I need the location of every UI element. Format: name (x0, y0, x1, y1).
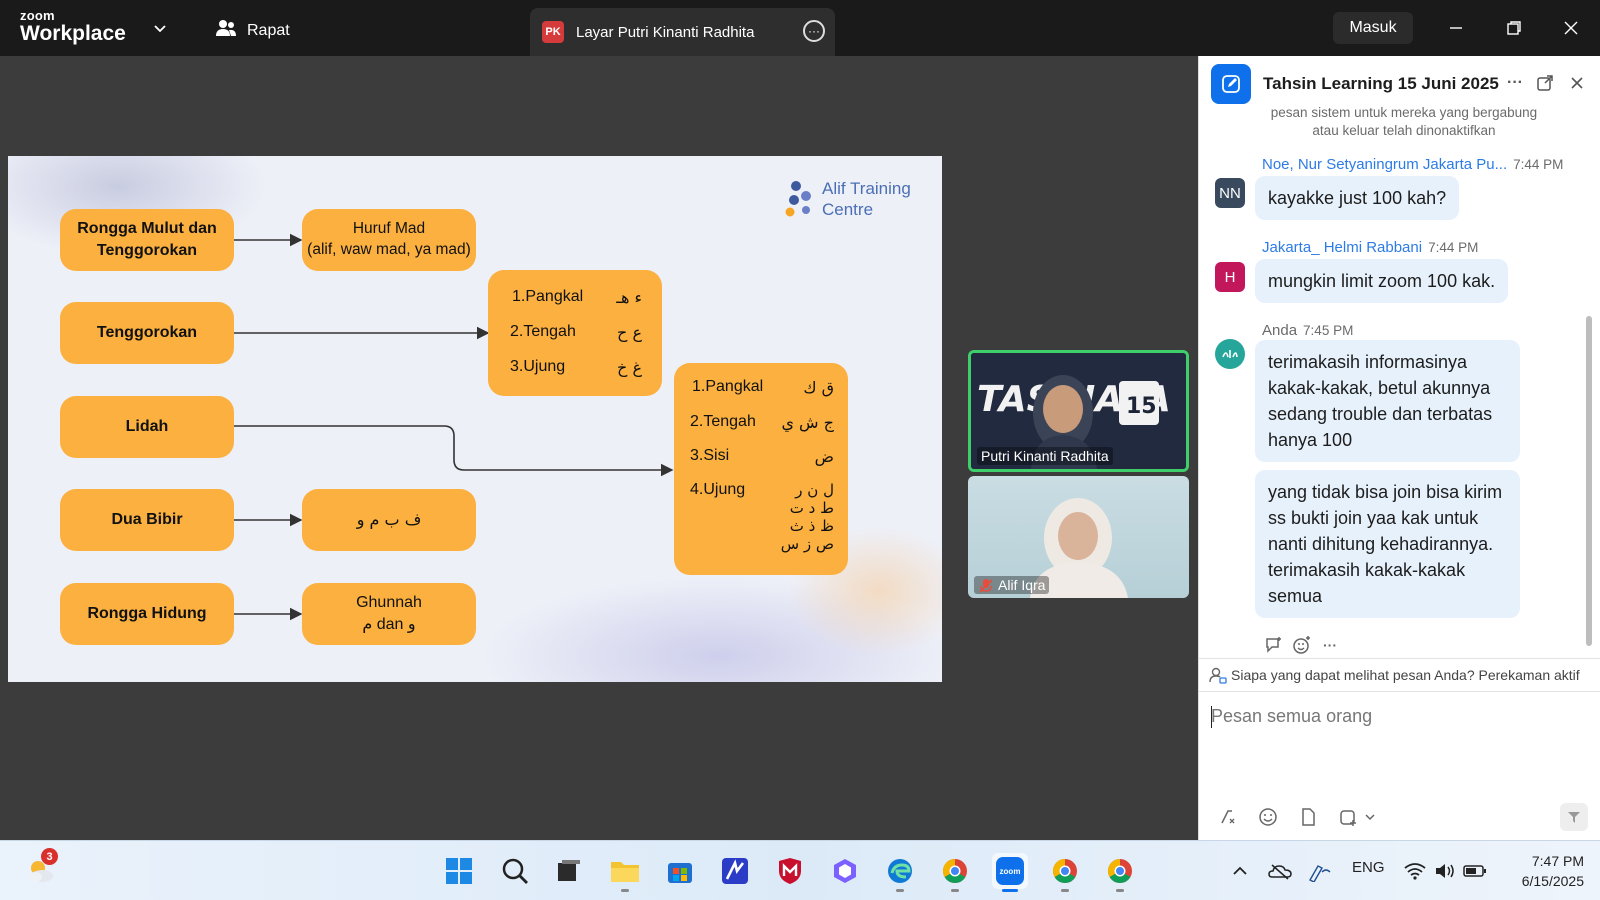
message-sender: Jakarta_ Helmi Rabbani 7:44 PM (1262, 239, 1479, 256)
video-tile-alif-iqra[interactable]: Alif Iqra (968, 476, 1189, 598)
minimize-icon[interactable] (1444, 16, 1468, 40)
chrome-profile-icon[interactable] (1047, 853, 1083, 892)
avatar[interactable]: H (1215, 262, 1245, 292)
box-rongga-hidung: Rongga Hidung (60, 583, 234, 645)
chat-scrollbar[interactable] (1586, 316, 1592, 646)
user-privacy-icon (1209, 667, 1227, 684)
send-button[interactable] (1560, 803, 1588, 831)
privacy-notice[interactable]: Siapa yang dapat melihat pesan Anda? Per… (1199, 658, 1600, 692)
restore-icon[interactable] (1502, 16, 1526, 40)
battery-icon[interactable] (1457, 853, 1493, 889)
app-a-icon[interactable] (717, 853, 753, 889)
chat-message: terimakasih informasinya kakak-kakak, be… (1255, 340, 1520, 462)
chat-title: Tahsin Learning 15 Juni 2025 (1263, 74, 1499, 93)
pen-input-icon[interactable] (1302, 853, 1338, 889)
more-actions-icon[interactable]: ··· (1319, 634, 1341, 656)
box-dua-bibir: Dua Bibir (60, 489, 234, 551)
people-icon (215, 18, 237, 43)
brand-line1: Alif Training (822, 179, 911, 198)
box-tenggorokan: Tenggorokan (60, 302, 234, 364)
meetings-button[interactable]: Rapat (215, 18, 290, 43)
alif-training-logo: Alif Training Centre (784, 178, 911, 220)
chrome-profile-icon[interactable] (1102, 853, 1138, 892)
reply-icon[interactable] (1263, 634, 1285, 656)
screenshot-icon[interactable] (1337, 806, 1359, 828)
presentation-slide: Rongga Mulut dan Tenggorokan Tenggorokan… (8, 156, 942, 682)
alif-logo-icon (785, 181, 811, 217)
emoji-icon[interactable] (1257, 806, 1279, 828)
mcafee-icon[interactable] (772, 853, 808, 889)
participant-name: Putri Kinanti Radhita (977, 447, 1113, 465)
file-explorer-icon[interactable] (607, 853, 643, 892)
box-ghunnah: Ghunnah م dan و (302, 583, 476, 645)
presenter-badge: PK (542, 21, 564, 43)
task-view-icon[interactable] (550, 853, 586, 889)
brand-line2: Centre (822, 200, 874, 219)
chevron-down-icon[interactable] (152, 20, 168, 36)
box-lidah: Lidah (60, 396, 234, 458)
zoom-logo-text: zoom (1000, 867, 1021, 876)
box-huruf-mad: Huruf Mad (alif, waw mad, ya mad) (302, 209, 476, 271)
onedrive-icon[interactable] (1262, 853, 1298, 889)
svg-text:15: 15 (1126, 394, 1157, 419)
microsoft-store-icon[interactable] (662, 853, 698, 889)
system-notice: pesan sistem untuk mereka yang bergabung… (1270, 105, 1538, 138)
avatar[interactable]: NN (1215, 178, 1245, 208)
windows-taskbar: 3 zoom ENG 7:47 PM 6/15/2025 (0, 840, 1600, 900)
send-icon (1568, 812, 1580, 823)
zoom-icon[interactable]: zoom (992, 853, 1028, 892)
chevron-down-icon[interactable] (1359, 806, 1381, 828)
alif-avatar-icon (1222, 350, 1238, 358)
video-tile-presenter[interactable]: TAS HAFA 15 Putri Kinanti Radhita (968, 350, 1189, 472)
more-options-icon[interactable]: ··· (803, 20, 825, 42)
title-bar: zoom Workplace Rapat PK Layar Putri Kina… (0, 0, 1600, 56)
logo-bottom-text: Workplace (20, 22, 126, 45)
close-icon[interactable] (1566, 72, 1588, 94)
tab-screen-share[interactable]: PK Layar Putri Kinanti Radhita ··· (530, 8, 835, 56)
message-input[interactable] (1211, 696, 1591, 736)
message-sender: Anda 7:45 PM (1262, 322, 1354, 339)
zoom-workplace-logo: zoom Workplace (20, 9, 126, 44)
format-icon[interactable] (1217, 806, 1239, 828)
add-reaction-icon[interactable] (1291, 634, 1313, 656)
search-icon[interactable] (497, 853, 533, 889)
edge-icon[interactable] (882, 853, 918, 892)
chat-message: kayakke just 100 kah? (1255, 176, 1460, 220)
file-icon[interactable] (1297, 806, 1319, 828)
language-indicator[interactable]: ENG (1352, 859, 1385, 876)
shared-screen-area: Rongga Mulut dan Tenggorokan Tenggorokan… (0, 56, 1198, 840)
participant-name: Alif Iqra (974, 576, 1050, 594)
message-sender: Noe, Nur Setyaningrum Jakarta Pu... 7:44 … (1262, 156, 1564, 173)
pop-out-icon[interactable] (1534, 72, 1556, 94)
copilot-icon[interactable] (827, 853, 863, 889)
list-tenggorokan: 1.Pangkal ء هـ 2.Tengah ع ح 3.Ujung غ خ (488, 270, 662, 396)
chat-message: mungkin limit zoom 100 kak. (1255, 259, 1509, 303)
tab-title: Layar Putri Kinanti Radhita (576, 23, 755, 41)
meetings-label: Rapat (247, 21, 290, 39)
avatar[interactable] (1215, 339, 1245, 369)
system-clock[interactable]: 7:47 PM 6/15/2025 (1500, 851, 1584, 891)
more-icon[interactable]: ··· (1504, 72, 1526, 94)
notification-badge: 3 (41, 848, 58, 865)
chat-message: yang tidak bisa join bisa kirim ss bukti… (1255, 470, 1520, 618)
logo-top-text: zoom (20, 8, 55, 23)
start-icon[interactable] (441, 853, 477, 889)
box-dua-bibir-letters: ف ب م و (302, 489, 476, 551)
edit-icon[interactable] (1211, 64, 1251, 104)
close-window-icon[interactable] (1559, 16, 1583, 40)
chat-panel: Tahsin Learning 15 Juni 2025 ··· pesan s… (1198, 56, 1600, 840)
chevron-up-icon[interactable] (1222, 853, 1258, 889)
mic-muted-icon (979, 579, 993, 593)
chrome-icon[interactable] (937, 853, 973, 892)
list-lidah: 1.Pangkal ق ك 2.Tengah ج ش ي 3.Sisi ض 4.… (674, 363, 848, 575)
chat-header: Tahsin Learning 15 Juni 2025 ··· (1199, 56, 1600, 110)
box-rongga-mulut: Rongga Mulut dan Tenggorokan (60, 209, 234, 271)
sign-in-button[interactable]: Masuk (1333, 12, 1413, 44)
